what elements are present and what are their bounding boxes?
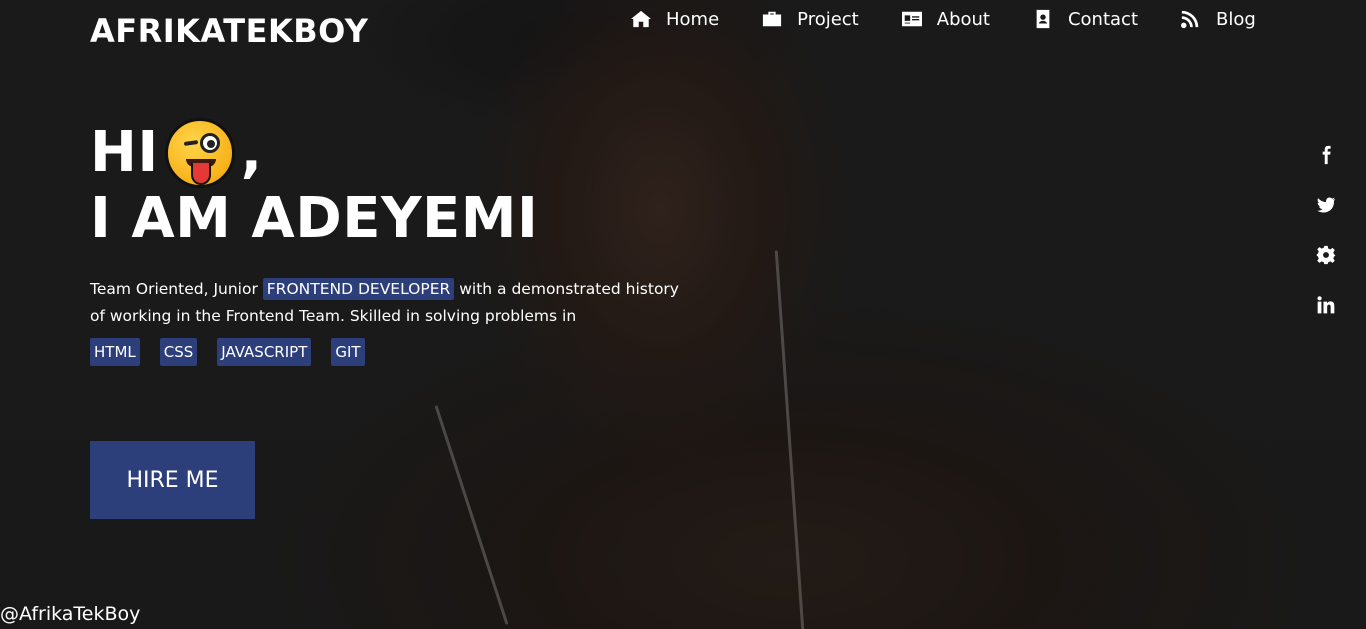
linkedin-icon [1317,296,1335,314]
skill-badge-git: GIT [331,338,365,366]
linkedin-link[interactable] [1316,295,1336,315]
nav-label-blog: Blog [1216,8,1256,30]
id-card-icon [901,11,922,27]
settings-link[interactable] [1316,245,1336,265]
greeting-comma: , [240,120,263,185]
skills-list: HTML CSS JAVASCRIPT GIT [90,338,365,366]
home-icon [631,10,651,28]
nav-item-home[interactable]: Home [630,7,719,31]
blog-feed-icon [1181,10,1199,29]
skill-badge-css: CSS [159,338,198,366]
intro-text-start: Team Oriented, Junior [90,280,258,298]
greeting-line: HI , [90,118,538,188]
skill-badge-javascript: JAVASCRIPT [217,338,312,366]
greeting-text: HI [90,120,159,185]
intro-paragraph: Team Oriented, Junior FRONTEND DEVELOPER… [90,276,690,330]
twitter-icon [1317,197,1336,213]
author-handle: @AfrikaTekBoy [0,603,141,625]
social-links [1316,145,1336,315]
nav-item-about[interactable]: About [901,7,990,31]
name-line: I AM ADEYEMI [90,186,539,251]
role-highlight: FRONTEND DEVELOPER [262,278,455,300]
nav-item-blog[interactable]: Blog [1180,7,1256,31]
twitter-link[interactable] [1316,195,1336,215]
nav-label-contact: Contact [1067,8,1138,30]
nav-item-contact[interactable]: Contact [1032,7,1138,31]
winking-tongue-emoji-icon [164,118,235,188]
nav-label-project: Project [797,8,859,30]
hero-headline: HI , I AM ADEYEMI [90,118,538,250]
nav-label-about: About [936,8,990,30]
contact-book-icon [1036,9,1050,29]
gear-icon [1316,245,1336,265]
facebook-icon [1322,145,1331,165]
skill-badge-html: HTML [90,338,140,366]
site-logo[interactable]: AFRIKATEKBOY [90,12,368,50]
hire-me-button[interactable]: HIRE ME [90,441,255,519]
main-nav: Home Project About Contact Blog [630,7,1256,31]
nav-item-project[interactable]: Project [761,7,859,31]
briefcase-icon [763,11,782,27]
nav-label-home: Home [666,8,720,30]
facebook-link[interactable] [1316,145,1336,165]
